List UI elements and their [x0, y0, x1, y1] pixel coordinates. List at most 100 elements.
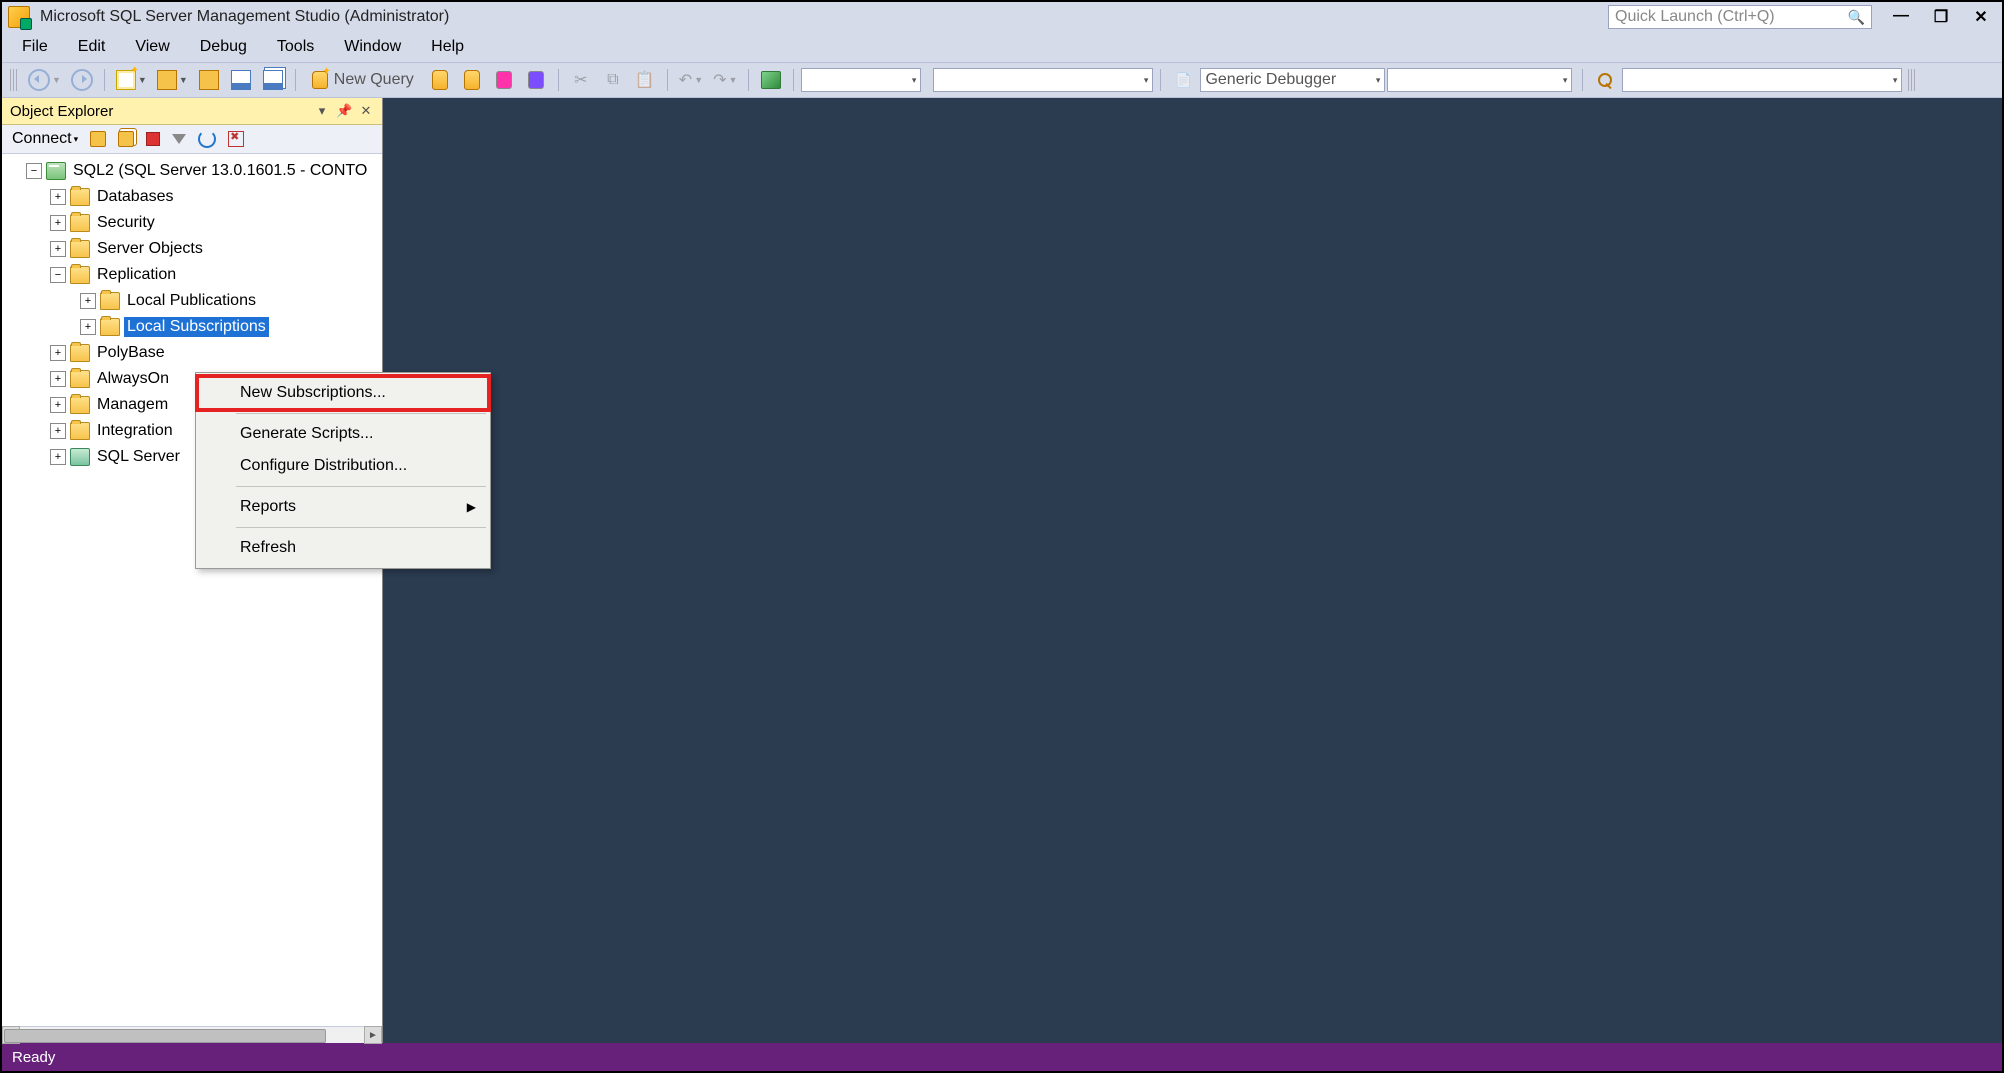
menu-tools[interactable]: Tools	[263, 34, 328, 60]
folder-icon	[70, 422, 90, 440]
db-query-2-button[interactable]	[457, 68, 487, 92]
filter-button[interactable]	[168, 132, 190, 146]
open-file-dropdown[interactable]: ▼	[153, 68, 192, 92]
activity-monitor-button[interactable]	[756, 68, 786, 92]
refresh-button[interactable]	[194, 128, 220, 150]
redo-button[interactable]: ↷▼	[709, 68, 741, 92]
expand-icon[interactable]: +	[50, 189, 66, 205]
search-icon: 🔍	[1848, 9, 1865, 26]
folder-icon	[70, 188, 90, 206]
db-query-1-button[interactable]	[425, 68, 455, 92]
stop-connect-button[interactable]	[224, 129, 248, 149]
connect-server-button[interactable]	[86, 129, 110, 149]
context-menu-generate-scripts[interactable]: Generate Scripts...	[198, 418, 488, 450]
object-explorer-tree[interactable]: − SQL2 (SQL Server 13.0.1601.5 - CONTO +…	[2, 154, 382, 1026]
db-query-4-button[interactable]	[521, 68, 551, 92]
menu-edit[interactable]: Edit	[64, 34, 120, 60]
save-all-button[interactable]	[258, 68, 288, 92]
expand-icon[interactable]: +	[80, 293, 96, 309]
context-menu-reports[interactable]: Reports ▶	[198, 491, 488, 523]
collapse-icon[interactable]: −	[50, 267, 66, 283]
panel-dropdown-button[interactable]: ▾	[314, 103, 330, 119]
open-button[interactable]	[194, 68, 224, 92]
toolbar-grip[interactable]	[10, 69, 18, 91]
menu-view[interactable]: View	[121, 34, 183, 60]
menu-window[interactable]: Window	[330, 34, 415, 60]
app-window: Microsoft SQL Server Management Studio (…	[0, 0, 2004, 1073]
tree-node-server-objects[interactable]: + Server Objects	[6, 236, 382, 262]
tree-node-databases[interactable]: + Databases	[6, 184, 382, 210]
restore-button[interactable]: ❐	[1932, 7, 1950, 27]
solution-config-combo[interactable]: ▾	[801, 68, 921, 92]
tree-node-local-subscriptions[interactable]: + Local Subscriptions	[6, 314, 382, 340]
connect-server2-button[interactable]	[114, 129, 138, 149]
debug-target-combo[interactable]: ▾	[1387, 68, 1572, 92]
scroll-thumb[interactable]	[4, 1029, 326, 1043]
menu-help[interactable]: Help	[417, 34, 478, 60]
context-menu-separator	[236, 413, 486, 414]
expand-icon[interactable]: +	[50, 449, 66, 465]
debug-start-button[interactable]: 📄	[1168, 68, 1198, 92]
find-combo[interactable]: ▾	[1622, 68, 1902, 92]
paste-icon: 📋	[635, 70, 655, 90]
nav-forward-button[interactable]	[67, 68, 97, 92]
db-query-3-button[interactable]	[489, 68, 519, 92]
find-button[interactable]	[1590, 68, 1620, 92]
debugger-combo[interactable]: Generic Debugger ▾	[1200, 68, 1385, 92]
solution-platform-combo[interactable]: ▾	[933, 68, 1153, 92]
tree-node-polybase[interactable]: + PolyBase	[6, 340, 382, 366]
nav-back-button[interactable]: ▼	[24, 68, 65, 92]
expand-icon[interactable]: +	[50, 215, 66, 231]
new-project-button[interactable]: ▼	[112, 68, 151, 92]
tree-node-security[interactable]: + Security	[6, 210, 382, 236]
new-query-label: New Query	[334, 71, 414, 89]
expand-icon[interactable]: −	[26, 163, 42, 179]
quick-launch-input[interactable]: Quick Launch (Ctrl+Q) 🔍	[1608, 5, 1872, 29]
explorer-horizontal-scrollbar[interactable]: ◄ ►	[2, 1026, 382, 1043]
menu-file[interactable]: File	[8, 34, 62, 60]
context-menu-refresh[interactable]: Refresh	[198, 532, 488, 564]
object-explorer-title: Object Explorer	[10, 103, 113, 120]
copy-button[interactable]: ⧉	[598, 68, 628, 92]
expand-icon[interactable]: +	[50, 345, 66, 361]
tree-server-node[interactable]: − SQL2 (SQL Server 13.0.1601.5 - CONTO	[6, 158, 382, 184]
stop-button[interactable]	[142, 130, 164, 148]
expand-icon[interactable]: +	[50, 397, 66, 413]
cut-icon: ✂	[574, 70, 587, 90]
toolbar-overflow[interactable]	[1908, 69, 1916, 91]
title-bar: Microsoft SQL Server Management Studio (…	[2, 2, 2002, 32]
new-query-button[interactable]: New Query	[303, 68, 423, 92]
find-input[interactable]	[1627, 70, 1892, 90]
cut-button[interactable]: ✂	[566, 68, 596, 92]
folder-icon	[100, 292, 120, 310]
copy-icon: ⧉	[607, 71, 618, 89]
agent-icon	[70, 448, 90, 466]
folder-icon	[70, 240, 90, 258]
folder-icon	[70, 344, 90, 362]
panel-close-button[interactable]: ✕	[358, 103, 374, 119]
folder-icon	[100, 318, 120, 336]
tree-node-replication[interactable]: − Replication	[6, 262, 382, 288]
menu-debug[interactable]: Debug	[186, 34, 261, 60]
expand-icon[interactable]: +	[50, 423, 66, 439]
debugger-label: Generic Debugger	[1205, 71, 1336, 89]
scroll-right-button[interactable]: ►	[364, 1026, 382, 1044]
connect-dropdown[interactable]: Connect▾	[8, 128, 82, 150]
folder-icon	[70, 396, 90, 414]
undo-button[interactable]: ↶▼	[675, 68, 707, 92]
menu-bar: File Edit View Debug Tools Window Help	[2, 32, 2002, 62]
save-button[interactable]	[226, 68, 256, 92]
expand-icon[interactable]: +	[50, 241, 66, 257]
tree-node-local-subscriptions-label: Local Subscriptions	[124, 317, 269, 337]
expand-icon[interactable]: +	[80, 319, 96, 335]
document-workspace	[383, 98, 2002, 1043]
tree-node-local-publications[interactable]: + Local Publications	[6, 288, 382, 314]
paste-button[interactable]: 📋	[630, 68, 660, 92]
folder-icon	[70, 370, 90, 388]
minimize-button[interactable]: —	[1892, 7, 1910, 27]
expand-icon[interactable]: +	[50, 371, 66, 387]
close-button[interactable]: ✕	[1972, 7, 1990, 27]
panel-pin-button[interactable]: 📌	[336, 103, 352, 119]
context-menu-new-subscriptions[interactable]: New Subscriptions...	[198, 377, 488, 409]
context-menu-configure-distribution[interactable]: Configure Distribution...	[198, 450, 488, 482]
